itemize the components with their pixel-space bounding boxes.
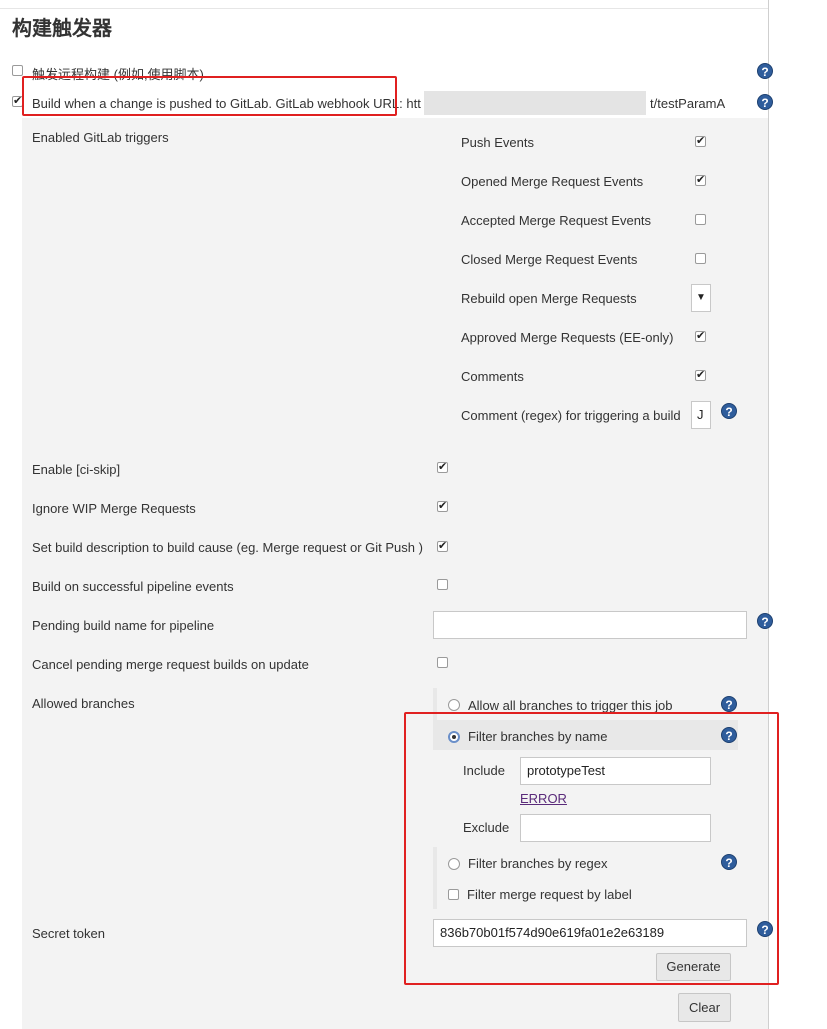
event-checkbox[interactable]: [695, 329, 706, 343]
help-icon[interactable]: ?: [757, 613, 773, 629]
event-label: Approved Merge Requests (EE-only): [461, 330, 674, 345]
event-checkbox[interactable]: [695, 173, 706, 187]
pending-build-name-label: Pending build name for pipeline: [32, 618, 215, 633]
cancel-pending-label: Cancel pending merge request builds on u…: [32, 657, 309, 672]
rebuild-select[interactable]: ▼: [691, 284, 711, 312]
secret-token-label: Secret token: [32, 926, 105, 941]
event-label: Push Events: [461, 135, 534, 150]
help-icon[interactable]: ?: [757, 94, 773, 110]
event-label: Opened Merge Request Events: [461, 174, 644, 189]
trigger-remote-checkbox[interactable]: [12, 65, 23, 76]
cancel-pending-checkbox[interactable]: [437, 657, 448, 668]
divider: [0, 8, 768, 9]
option-checkbox[interactable]: [437, 539, 448, 553]
event-checkbox[interactable]: [695, 134, 706, 148]
comment-regex-input[interactable]: J: [691, 401, 711, 429]
event-label: Closed Merge Request Events: [461, 252, 638, 267]
redacted-url: [424, 91, 646, 115]
gitlab-trigger-url-suffix: t/testParamA: [650, 96, 726, 111]
allow-all-radio[interactable]: [448, 699, 460, 711]
option-label: Ignore WIP Merge Requests: [32, 501, 196, 516]
option-label: Build on successful pipeline events: [32, 579, 234, 594]
help-icon[interactable]: ?: [757, 63, 773, 79]
enabled-triggers-label: Enabled GitLab triggers: [32, 130, 169, 145]
event-label: Accepted Merge Request Events: [461, 213, 652, 228]
option-checkbox[interactable]: [437, 460, 448, 474]
clear-button[interactable]: Clear: [678, 993, 731, 1022]
help-icon[interactable]: ?: [721, 403, 737, 419]
event-checkbox[interactable]: [695, 253, 706, 264]
event-label: Comment (regex) for triggering a build: [461, 408, 681, 423]
option-checkbox[interactable]: [437, 499, 448, 513]
option-label: Set build description to build cause (eg…: [32, 540, 423, 555]
highlight-box: [22, 76, 397, 116]
event-label: Comments: [461, 369, 524, 384]
event-label: Rebuild open Merge Requests: [461, 291, 637, 306]
option-checkbox[interactable]: [437, 579, 448, 590]
allowed-branches-label: Allowed branches: [32, 696, 135, 711]
pending-build-name-input[interactable]: [433, 611, 747, 639]
allow-all-label: Allow all branches to trigger this job: [468, 698, 673, 713]
event-checkbox[interactable]: [695, 368, 706, 382]
section-title: 构建触发器: [12, 16, 112, 40]
option-label: Enable [ci-skip]: [32, 462, 121, 477]
event-checkbox[interactable]: [695, 214, 706, 225]
help-icon[interactable]: ?: [721, 696, 737, 712]
highlight-box: [404, 712, 779, 985]
